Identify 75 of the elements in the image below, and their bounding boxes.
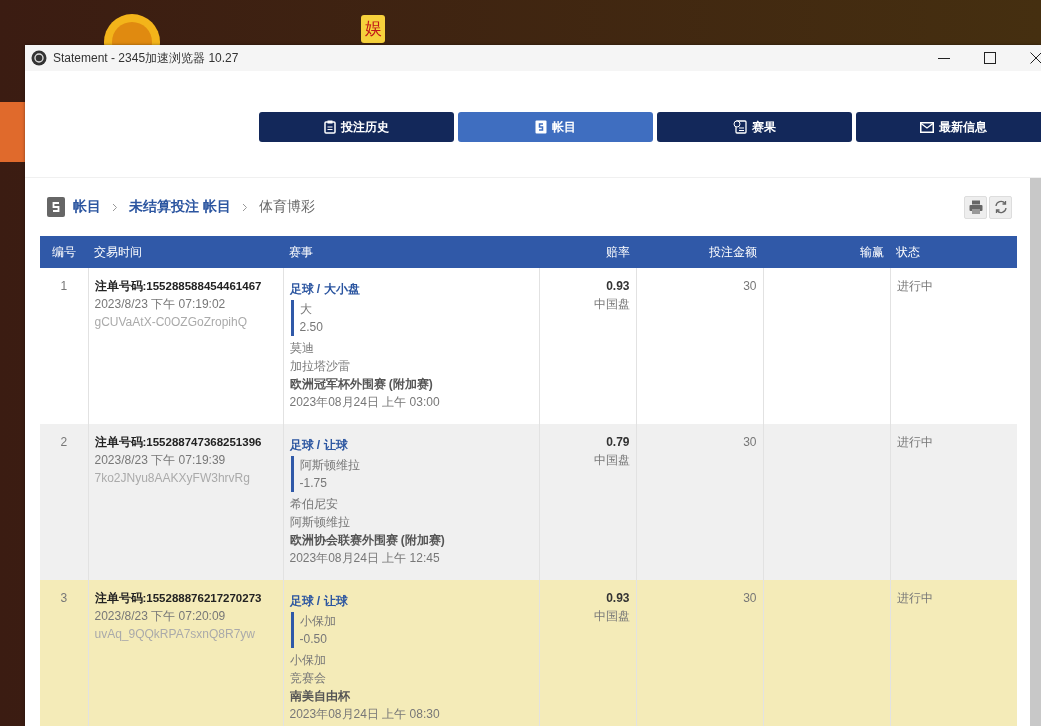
reference-code: uvAq_9QQkRPA7sxnQ8R7yw — [94, 626, 256, 643]
column-header: 输赢 — [763, 236, 890, 268]
breadcrumb-current: 体育博彩 — [258, 198, 315, 216]
bet-status: 进行中 — [890, 424, 1017, 580]
team-name: 竞赛会 — [289, 670, 327, 687]
handicap-line: -1.75 — [299, 475, 328, 492]
odds-type: 中国盘 — [592, 296, 630, 313]
nav-tab[interactable]: 投注历史 — [259, 112, 454, 142]
ticket-number: 注单号码:155288747368251396 — [94, 434, 263, 450]
team-name: 小保加 — [289, 652, 327, 669]
reference-code: 7ko2JNyu8AAKXyFW3hrvRg — [94, 470, 251, 487]
league-name: 欧洲协会联赛外围赛 (附加赛) — [289, 532, 446, 549]
team-name: 阿斯顿维拉 — [289, 514, 351, 531]
side-strip — [0, 102, 25, 162]
market-title: 足球 / 让球 — [289, 593, 349, 610]
kickoff-time: 2023年08月24日 上午 12:45 — [289, 550, 441, 567]
reference-code: gCUVaAtX-C0OZGoZropihQ — [94, 314, 248, 331]
team-name: 希伯尼安 — [289, 496, 339, 513]
refresh-button[interactable] — [989, 195, 1012, 219]
odds-type: 中国盘 — [592, 452, 630, 469]
column-header: 交易时间 — [88, 236, 283, 268]
column-header: 状态 — [890, 236, 1017, 268]
document-icon — [535, 120, 547, 134]
clipboard-icon — [324, 120, 336, 134]
odds-value: 0.93 — [605, 590, 630, 607]
league-name: 欧洲冠军杯外围赛 (附加赛) — [289, 376, 434, 393]
selection: 大 — [299, 301, 313, 318]
column-header: 赛事 — [283, 236, 539, 268]
kickoff-time: 2023年08月24日 上午 08:30 — [289, 706, 441, 723]
chevron-icon — [112, 202, 118, 212]
printer-icon — [968, 200, 983, 214]
row-number: 2 — [40, 424, 88, 580]
breadcrumb-link[interactable]: 未结算投注 帐目 — [129, 198, 231, 216]
ticket-number: 注单号码:155288588454461467 — [94, 278, 263, 294]
nav-tab[interactable]: 帐目 — [458, 112, 653, 142]
stake-amount: 30 — [636, 580, 763, 726]
market-title: 足球 / 让球 — [289, 437, 349, 454]
bet-status: 进行中 — [890, 268, 1017, 424]
column-header: 投注金额 — [636, 236, 763, 268]
handicap-line: 2.50 — [299, 319, 324, 336]
document-icon — [733, 120, 747, 134]
kickoff-time: 2023年08月24日 上午 03:00 — [289, 394, 441, 411]
print-button[interactable] — [964, 195, 987, 219]
row-number: 1 — [40, 268, 88, 424]
nav-tab[interactable]: 最新信息 — [856, 112, 1041, 142]
envelope-icon — [920, 121, 934, 133]
refresh-icon — [993, 200, 1008, 214]
bet-time: 2023/8/23 下午 07:20:09 — [94, 608, 227, 625]
app-icon — [31, 50, 47, 66]
scrollbar[interactable] — [1030, 178, 1041, 726]
column-header: 赔率 — [539, 236, 636, 268]
window-title: Statement - 2345加速浏览器 10.27 — [53, 49, 239, 67]
selection: 小保加 — [299, 613, 337, 630]
odds-value: 0.93 — [605, 278, 630, 295]
team-name: 加拉塔沙雷 — [289, 358, 351, 375]
handicap-line: -0.50 — [299, 631, 328, 648]
market-title: 足球 / 大小盘 — [289, 281, 361, 298]
column-header: 编号 — [40, 236, 88, 268]
stake-amount: 30 — [636, 268, 763, 424]
odds-value: 0.79 — [605, 434, 630, 451]
bet-status: 进行中 — [890, 580, 1017, 726]
league-name: 南美自由杯 — [289, 688, 351, 705]
logo-badge: 娱 — [361, 15, 385, 43]
odds-type: 中国盘 — [592, 608, 630, 625]
selection: 阿斯顿维拉 — [299, 457, 361, 474]
statement-icon — [47, 197, 65, 217]
stake-amount: 30 — [636, 424, 763, 580]
nav-tab[interactable]: 赛果 — [657, 112, 852, 142]
breadcrumb-link[interactable]: 帐目 — [73, 198, 101, 216]
bet-time: 2023/8/23 下午 07:19:02 — [94, 296, 227, 313]
row-number: 3 — [40, 580, 88, 726]
ticket-number: 注单号码:155288876217270273 — [94, 590, 263, 606]
team-name: 莫迪 — [289, 340, 315, 357]
bet-time: 2023/8/23 下午 07:19:39 — [94, 452, 227, 469]
chevron-icon — [241, 202, 248, 212]
